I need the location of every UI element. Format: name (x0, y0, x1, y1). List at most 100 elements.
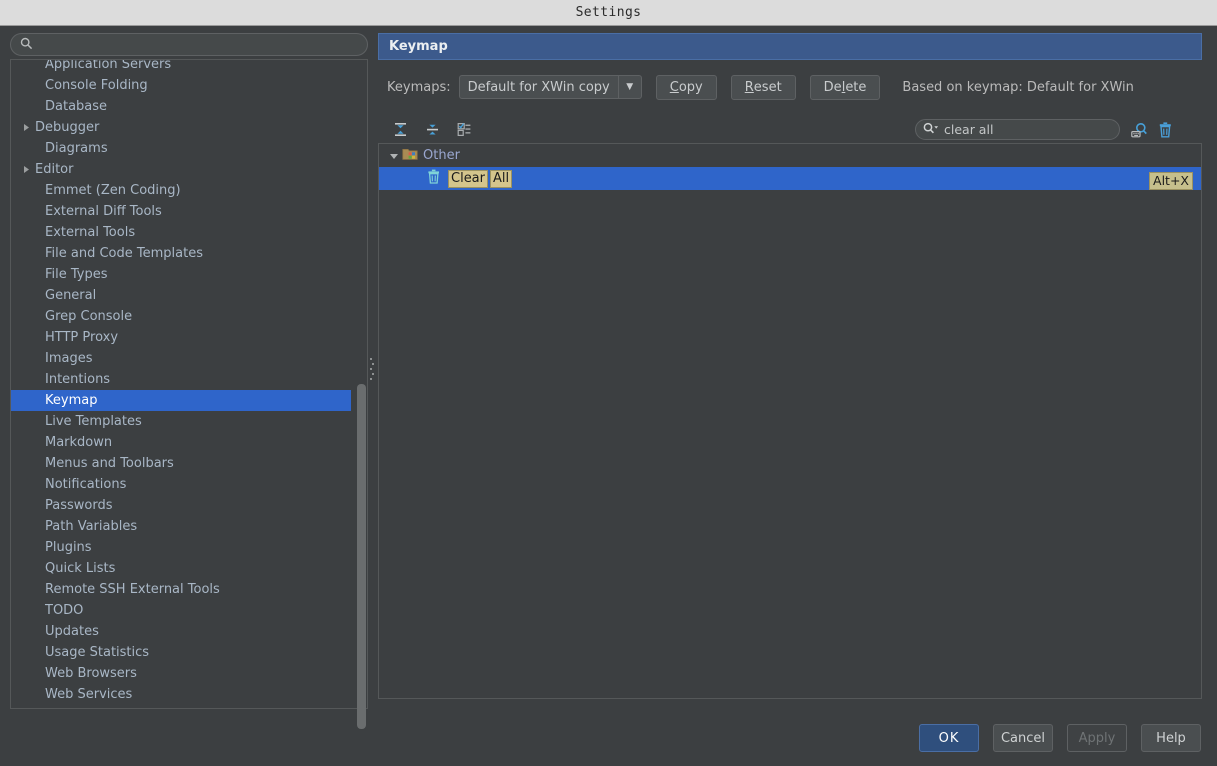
sidebar-item-plugins[interactable]: Plugins (11, 537, 351, 558)
window-titlebar: Settings (0, 0, 1217, 26)
sidebar-item-external-diff-tools[interactable]: External Diff Tools (11, 201, 351, 222)
sidebar-item-label: HTTP Proxy (45, 330, 119, 345)
sidebar-item-http-proxy[interactable]: HTTP Proxy (11, 327, 351, 348)
sidebar-item-grep-console[interactable]: Grep Console (11, 306, 351, 327)
shortcut-search-box[interactable]: clear all (915, 119, 1120, 140)
find-by-shortcut-icon[interactable] (1128, 119, 1150, 141)
tree-group-other[interactable]: Other (379, 144, 1201, 167)
clear-shortcut-icon[interactable] (1154, 119, 1176, 141)
sidebar-item-diagrams[interactable]: Diagrams (11, 138, 351, 159)
sidebar-item-general[interactable]: General (11, 285, 351, 306)
splitter-grip[interactable] (370, 358, 374, 388)
sidebar-item-database[interactable]: Database (11, 96, 351, 117)
shortcut-tree[interactable]: Other Clear All Alt+X (378, 143, 1202, 699)
search-input[interactable] (39, 37, 367, 52)
delete-button[interactable]: De l ete (809, 74, 881, 100)
sidebar-item-label: TODO (45, 603, 84, 618)
sidebar-item-live-templates[interactable]: Live Templates (11, 411, 351, 432)
sidebar-item-label: Images (45, 351, 93, 366)
sidebar-item-emmet-zen-coding[interactable]: Emmet (Zen Coding) (11, 180, 351, 201)
ok-button[interactable]: OK (919, 724, 979, 752)
sidebar-item-remote-ssh-external-tools[interactable]: Remote SSH External Tools (11, 579, 351, 600)
sidebar-item-todo[interactable]: TODO (11, 600, 351, 621)
copy-button-post: opy (678, 79, 703, 95)
apply-button[interactable]: Apply (1067, 724, 1127, 752)
sidebar-item-application-servers[interactable]: Application Servers (11, 60, 351, 75)
search-dropdown-icon[interactable] (923, 120, 940, 139)
panel-splitter[interactable] (368, 33, 376, 709)
sidebar-item-editor[interactable]: Editor (11, 159, 351, 180)
reset-button-mnemonic: R (744, 79, 754, 95)
help-button[interactable]: Help (1141, 724, 1201, 752)
window-title: Settings (575, 5, 642, 20)
grip-dot (370, 368, 372, 370)
table-row[interactable]: Clear All Alt+X (379, 167, 1201, 190)
sidebar-item-label: Markdown (45, 435, 113, 450)
sidebar-item-markdown[interactable]: Markdown (11, 432, 351, 453)
grip-dot (370, 378, 372, 380)
sidebar-item-label: Menus and Toolbars (45, 456, 174, 471)
sidebar-item-web-services[interactable]: Web Services (11, 684, 351, 705)
sidebar-item-label: Plugins (45, 540, 92, 555)
settings-search-box[interactable] (10, 33, 368, 56)
sidebar-item-path-variables[interactable]: Path Variables (11, 516, 351, 537)
expand-all-icon[interactable] (389, 118, 411, 140)
chevron-right-icon[interactable] (19, 121, 33, 135)
sidebar-item-intentions[interactable]: Intentions (11, 369, 351, 390)
sidebar-scrollbar-thumb[interactable] (357, 384, 366, 729)
sidebar-item-usage-statistics[interactable]: Usage Statistics (11, 642, 351, 663)
sidebar-item-file-and-code-templates[interactable]: File and Code Templates (11, 243, 351, 264)
reset-button[interactable]: Reset (730, 74, 796, 100)
trash-icon (427, 169, 441, 188)
copy-button[interactable]: Copy (655, 74, 717, 100)
copy-button-mnemonic: C (669, 79, 679, 95)
sidebar-item-label: Usage Statistics (45, 645, 150, 660)
sidebar-item-notifications[interactable]: Notifications (11, 474, 351, 495)
sidebar-item-keymap[interactable]: Keymap (11, 390, 351, 411)
sidebar-item-updates[interactable]: Updates (11, 621, 351, 642)
keymap-select-value: Default for XWin copy (460, 76, 619, 98)
sidebar-item-menus-and-toolbars[interactable]: Menus and Toolbars (11, 453, 351, 474)
settings-dialog: Settings Application Servers Console Fold… (0, 0, 1217, 766)
chevron-right-icon[interactable] (19, 163, 33, 177)
sidebar-item-external-tools[interactable]: External Tools (11, 222, 351, 243)
sidebar-item-console-folding[interactable]: Console Folding (11, 75, 351, 96)
sidebar-scrollbar[interactable] (356, 59, 366, 729)
show-conflicts-icon[interactable] (453, 118, 475, 140)
folder-icon (402, 146, 418, 165)
sidebar-item-label: Path Variables (45, 519, 138, 534)
sidebar-item-quick-lists[interactable]: Quick Lists (11, 558, 351, 579)
sidebar-item-label: Debugger (35, 120, 100, 135)
cancel-button[interactable]: Cancel (993, 724, 1053, 752)
sidebar-item-web-browsers[interactable]: Web Browsers (11, 663, 351, 684)
sidebar-item-label: File Types (45, 267, 108, 282)
sidebar-item-label: External Diff Tools (45, 204, 162, 219)
sidebar-item-passwords[interactable]: Passwords (11, 495, 351, 516)
sidebar-item-label: Web Services (45, 687, 133, 702)
chevron-down-icon[interactable] (386, 148, 402, 164)
keymap-select[interactable]: Default for XWin copy ▼ (458, 75, 642, 99)
shortcut-tree-toolbar: clear all (378, 115, 1202, 143)
sidebar-item-images[interactable]: Images (11, 348, 351, 369)
sidebar-item-label: Quick Lists (45, 561, 116, 576)
sidebar-item-file-types[interactable]: File Types (11, 264, 351, 285)
grip-dot (372, 373, 374, 375)
search-icon (20, 35, 33, 54)
collapse-all-icon[interactable] (421, 118, 443, 140)
sidebar-item-debugger[interactable]: Debugger (11, 117, 351, 138)
sidebar-item-label: Emmet (Zen Coding) (45, 183, 181, 198)
chevron-down-icon[interactable]: ▼ (619, 76, 641, 98)
